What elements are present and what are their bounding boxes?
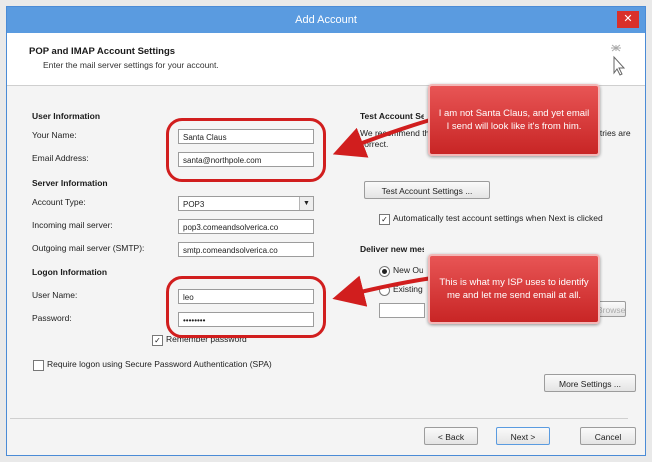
next-button[interactable]: Next > <box>496 427 550 445</box>
server-info-title: Server Information <box>32 178 108 188</box>
existing-data-file-path[interactable] <box>379 303 425 318</box>
account-type-label: Account Type: <box>32 197 86 207</box>
password-label: Password: <box>32 313 72 323</box>
chevron-down-icon[interactable]: ▼ <box>299 197 313 210</box>
incoming-server-input[interactable]: pop3.comeandsolverica.co <box>178 219 314 234</box>
user-name-label: User Name: <box>32 290 78 300</box>
header-subtitle: Enter the mail server settings for your … <box>43 60 219 70</box>
cursor-icon <box>611 44 626 76</box>
incoming-server-label: Incoming mail server: <box>32 220 113 230</box>
your-name-label: Your Name: <box>32 130 77 140</box>
test-settings-title: Test Account Settings <box>360 111 424 121</box>
remember-password-checkbox[interactable]: ✓ <box>152 335 163 346</box>
browse-button[interactable]: Browse <box>596 301 626 317</box>
logon-highlight <box>166 276 326 338</box>
account-type-value: POP3 <box>183 200 205 209</box>
account-type-select[interactable]: POP3 ▼ <box>178 196 314 211</box>
deliver-messages-title: Deliver new messages to: <box>360 244 424 254</box>
name-email-highlight <box>166 118 326 182</box>
outgoing-server-label: Outgoing mail server (SMTP): <box>32 243 145 253</box>
callout-top: I am not Santa Claus, and yet email I se… <box>428 84 600 156</box>
spa-checkbox[interactable] <box>33 360 44 371</box>
auto-test-checkbox[interactable]: ✓ <box>379 214 390 225</box>
new-data-file-label: New Outlook Data File <box>393 265 423 275</box>
title-bar: Add Account ✕ <box>7 7 645 33</box>
email-label: Email Address: <box>32 153 89 163</box>
existing-data-file-label: Existing Outlook Data File <box>393 284 423 294</box>
spa-label: Require logon using Secure Password Auth… <box>47 359 272 369</box>
window-title: Add Account <box>295 14 357 26</box>
cancel-button[interactable]: Cancel <box>580 427 636 445</box>
outgoing-server-input[interactable]: smtp.comeandsolverica.co <box>178 242 314 257</box>
test-account-settings-button[interactable]: Test Account Settings ... <box>364 181 490 199</box>
close-button[interactable]: ✕ <box>617 11 639 28</box>
existing-data-file-radio[interactable] <box>379 285 390 296</box>
dialog-header: POP and IMAP Account Settings Enter the … <box>7 33 645 86</box>
user-info-title: User Information <box>32 111 101 121</box>
back-button[interactable]: < Back <box>424 427 478 445</box>
auto-test-label: Automatically test account settings when… <box>393 213 603 223</box>
more-settings-button[interactable]: More Settings ... <box>544 374 636 392</box>
logon-info-title: Logon Information <box>32 267 108 277</box>
callout-bottom: This is what my ISP uses to identify me … <box>428 254 600 324</box>
footer-divider <box>10 418 628 419</box>
new-data-file-radio[interactable] <box>379 266 390 277</box>
header-title: POP and IMAP Account Settings <box>29 46 176 57</box>
